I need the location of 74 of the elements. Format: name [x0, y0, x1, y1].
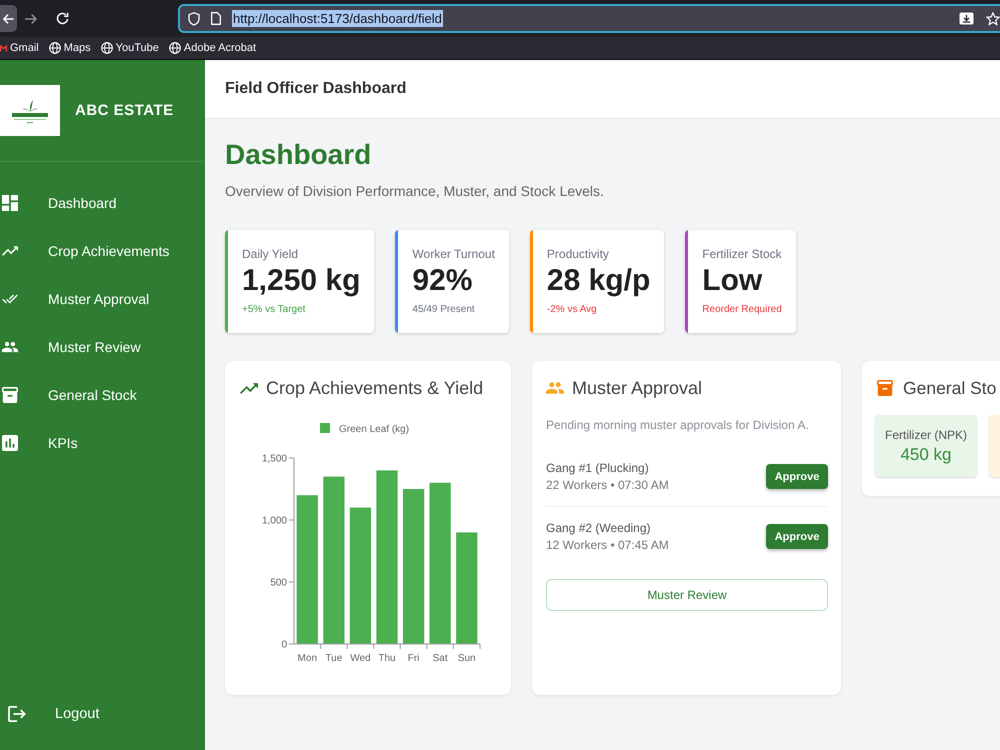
bar-chart-icon: [2, 435, 18, 451]
brand-name: ABC ESTATE: [75, 101, 174, 121]
globe-icon: [168, 42, 181, 54]
stat-note: Reorder Required: [702, 303, 782, 317]
card-title: Crop Achievements & Yield: [266, 377, 484, 400]
page-title: Dashboard: [225, 138, 372, 172]
stat-note: -2% vs Avg: [546, 303, 598, 317]
stat-value: 28 kg/p: [546, 264, 650, 298]
bookmark[interactable]: Maps: [48, 42, 91, 54]
gang-name: Gang #1 (Plucking): [546, 460, 650, 476]
axis-tick-label: Wed: [350, 653, 371, 664]
shield-icon: [188, 12, 200, 26]
stat-value: 1,250 kg: [242, 264, 360, 298]
forward-arrow-icon[interactable]: [25, 14, 37, 24]
axis-tick-label: Sat: [432, 653, 448, 664]
card-title: General Sto: [903, 377, 996, 400]
legend-label: Green Leaf (kg): [339, 424, 410, 435]
axis-tick-label: Tue: [325, 653, 342, 664]
axis-tick-label: Thu: [378, 653, 396, 664]
stat-label: Productivity: [546, 246, 610, 262]
logout-icon: [8, 706, 26, 722]
reload-icon[interactable]: [56, 12, 69, 25]
gang-details: 22 Workers • 07:30 AM: [546, 477, 669, 493]
stat-value: 92%: [412, 264, 474, 298]
download-icon[interactable]: [959, 12, 974, 25]
axis-tick-label: 500: [270, 578, 287, 588]
trending-up-icon: [240, 382, 258, 394]
header-title: Field Officer Dashboard: [225, 80, 406, 98]
stock-value: 450 kg: [900, 444, 952, 466]
globe-icon: [48, 42, 61, 54]
page-subtitle: Overview of Division Performance, Muster, and Stock Levels.: [225, 182, 605, 201]
bookmark[interactable]: YouTube: [100, 42, 159, 54]
url-text: http://localhost:5173/dashboard/field: [232, 10, 443, 27]
stock-label: Fertilizer (NPK): [884, 426, 967, 442]
gang-name: Gang #2 (Weeding): [546, 520, 652, 536]
approve-button[interactable]: Approve: [766, 524, 828, 549]
gang-details: 12 Workers • 07:45 AM: [546, 537, 669, 553]
grid-icon: [2, 195, 18, 211]
bookmark[interactable]: Gmail: [0, 42, 39, 54]
nav-item[interactable]: Muster Review: [0, 323, 205, 371]
card-description: Pending morning muster approvals for Division A.: [546, 417, 810, 433]
muster-review-button[interactable]: Muster Review: [546, 579, 828, 611]
nav-item[interactable]: General Stock: [0, 371, 205, 419]
people-icon: [546, 382, 564, 394]
axis-tick-label: 1,000: [262, 516, 287, 526]
stat-note: 45/49 Present: [412, 303, 476, 317]
stat-label: Worker Turnout: [412, 246, 495, 262]
stat-value: Low: [702, 264, 764, 298]
people-icon: [2, 339, 18, 355]
archive-box-icon: [877, 380, 893, 396]
axis-tick-label: Mon: [298, 653, 317, 664]
address-bar[interactable]: http://localhost:5173/dashboard/field: [178, 4, 1000, 33]
nav-item[interactable]: Crop Achievements: [0, 227, 205, 275]
back-arrow-icon: [3, 14, 14, 24]
bookmark[interactable]: Adobe Acrobat: [168, 42, 256, 54]
mail-icon: [0, 44, 7, 52]
globe-icon: [100, 42, 113, 54]
approve-button[interactable]: Approve: [766, 464, 828, 489]
axis-tick-label: Sun: [458, 653, 476, 664]
page-icon: [211, 12, 221, 25]
axis-tick-label: 1,500: [262, 454, 287, 464]
nav-item[interactable]: Dashboard: [0, 179, 205, 227]
archive-box-icon: [2, 387, 18, 403]
nav-item[interactable]: Muster Approval: [0, 275, 205, 323]
nav-item[interactable]: KPIs: [0, 419, 205, 467]
stat-note: +5% vs Target: [242, 303, 306, 317]
axis-tick-label: 0: [281, 640, 287, 650]
stat-label: Daily Yield: [242, 246, 300, 262]
axis-tick-label: Fri: [408, 653, 420, 664]
logout-button[interactable]: Logout: [0, 694, 100, 734]
stat-label: Fertilizer Stock: [702, 246, 782, 262]
back-button[interactable]: [0, 5, 17, 32]
card-title: Muster Approval: [572, 377, 702, 400]
star-icon[interactable]: [986, 12, 1000, 26]
